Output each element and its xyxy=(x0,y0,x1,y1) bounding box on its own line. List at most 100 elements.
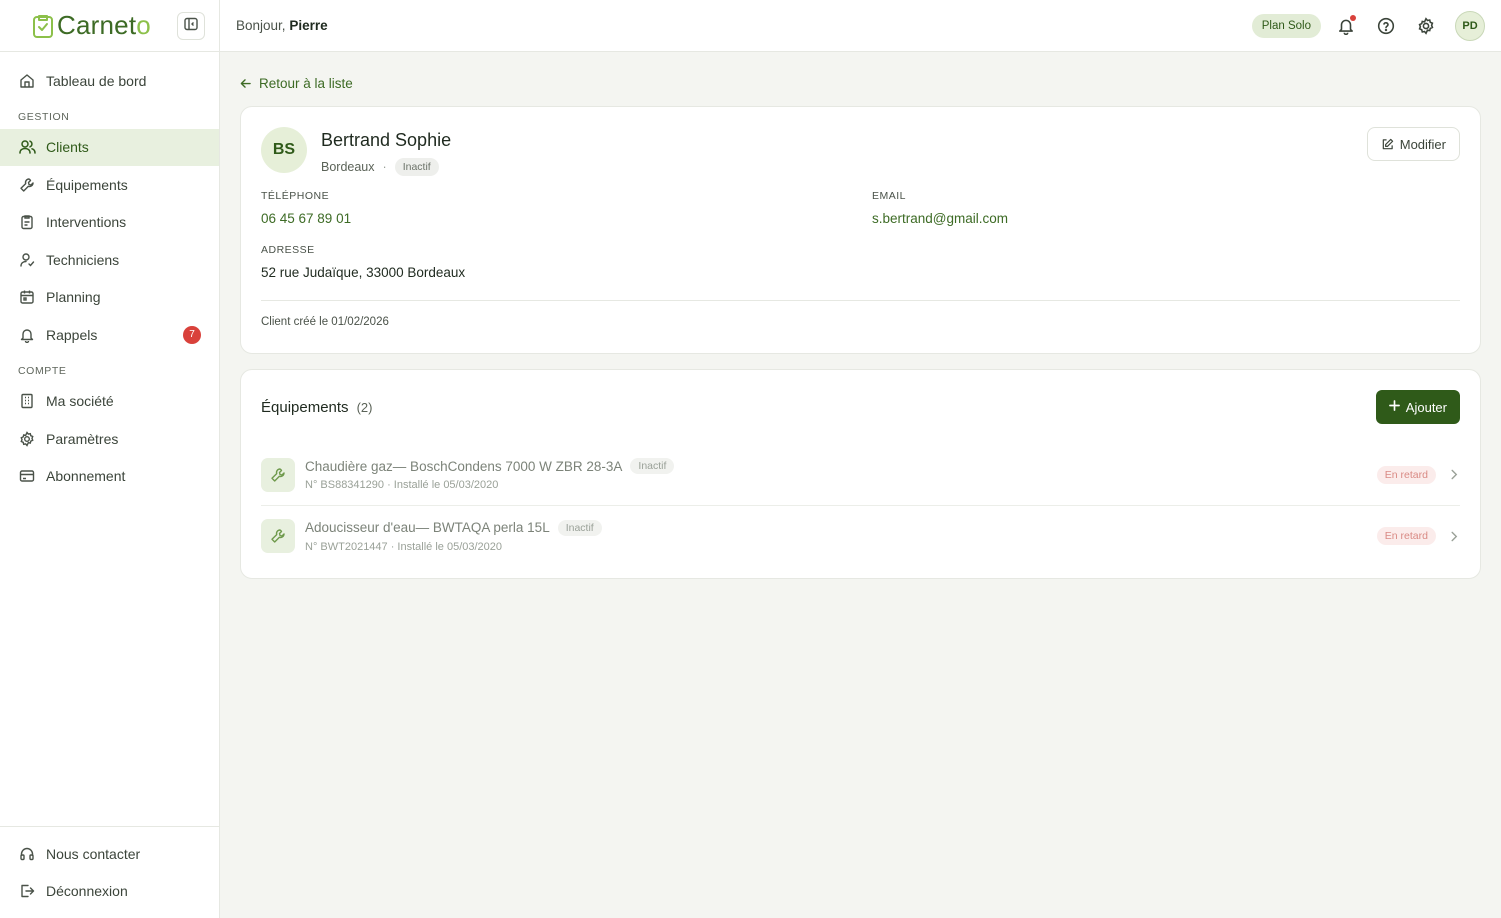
equipments-card: Équipements (2) Ajouter Chaudière gaz— B… xyxy=(240,369,1481,579)
equipment-meta: N° BS88341290 · Installé le 05/03/2020 xyxy=(305,479,499,491)
calendar-icon xyxy=(18,288,36,306)
greeting: Bonjour, Pierre xyxy=(236,18,328,33)
client-city: Bordeaux xyxy=(321,160,375,174)
sidebar-item-techniciens[interactable]: Techniciens xyxy=(0,241,219,279)
late-badge: En retard xyxy=(1376,527,1436,545)
phone-link[interactable]: 06 45 67 89 01 xyxy=(261,211,351,226)
sidebar-item-abonnement[interactable]: Abonnement xyxy=(0,458,219,496)
sidebar-item-clients[interactable]: Clients xyxy=(0,128,219,166)
plan-badge[interactable]: Plan Solo xyxy=(1251,14,1321,38)
help-button[interactable] xyxy=(1375,15,1397,37)
topbar-actions: Plan Solo PD xyxy=(1251,11,1485,41)
email-field: EMAIL s.bertrand@gmail.com xyxy=(872,190,1008,226)
sidebar-item-deconnexion[interactable]: Déconnexion xyxy=(0,873,219,911)
sidebar-item-label: Planning xyxy=(46,289,101,306)
sidebar-item-nous-contacter[interactable]: Nous contacter xyxy=(0,835,219,873)
building-icon xyxy=(18,392,36,410)
sidebar-item-parametres[interactable]: Paramètres xyxy=(0,420,219,458)
equipment-row[interactable]: Adoucisseur d'eau— BWTAQA perla 15L Inac… xyxy=(261,505,1460,566)
phone-field: TÉLÉPHONE 06 45 67 89 01 xyxy=(261,190,351,226)
client-fields: TÉLÉPHONE 06 45 67 89 01 EMAIL s.bertran… xyxy=(261,190,1460,300)
clipboard-check-logo-icon xyxy=(32,13,54,39)
equipments-header: Équipements (2) xyxy=(261,370,1460,444)
bell-icon xyxy=(18,326,36,344)
client-header: BS Bertrand Sophie Bordeaux · Inactif xyxy=(261,127,1460,176)
collapse-sidebar-button[interactable] xyxy=(177,12,205,40)
email-label: EMAIL xyxy=(872,190,907,202)
phone-label: TÉLÉPHONE xyxy=(261,190,330,202)
sidebar-item-ma-societe[interactable]: Ma société xyxy=(0,383,219,421)
modify-button[interactable]: Modifier xyxy=(1366,127,1460,161)
equipment-status-badge: Inactif xyxy=(557,519,602,536)
equipment-row[interactable]: Chaudière gaz— BoschCondens 7000 W ZBR 2… xyxy=(261,444,1460,505)
sidebar-item-equipements[interactable]: Équipements xyxy=(0,166,219,204)
users-icon xyxy=(18,138,36,156)
topbar: Bonjour, Pierre Plan Solo PD xyxy=(220,0,1501,52)
arrow-left-icon xyxy=(240,78,251,89)
client-avatar: BS xyxy=(261,127,307,173)
client-created-date: Client créé le 01/02/2026 xyxy=(261,316,389,328)
edit-icon xyxy=(1381,138,1394,151)
settings-button[interactable] xyxy=(1415,15,1437,37)
late-badge: En retard xyxy=(1376,465,1436,484)
sidebar-item-label: Abonnement xyxy=(46,468,126,485)
sidebar-item-label: Équipements xyxy=(46,176,128,193)
main-content: Retour à la liste BS Bertrand Sophie Bor… xyxy=(240,52,1481,579)
plus-icon xyxy=(1388,399,1400,415)
address-field: ADRESSE 52 rue Judaïque, 33000 Bordeaux xyxy=(261,244,465,280)
sidebar-item-rappels[interactable]: Rappels 7 xyxy=(0,316,219,354)
client-details-card: BS Bertrand Sophie Bordeaux · Inactif Mo… xyxy=(240,106,1481,354)
section-label-compte: COMPTE xyxy=(18,364,67,377)
sidebar-item-label: Clients xyxy=(46,139,89,156)
sidebar: Carneto Tableau de bord GESTION Clients … xyxy=(0,0,220,918)
chevron-right-icon xyxy=(1450,531,1458,542)
notification-dot xyxy=(1350,15,1356,21)
wrench-icon xyxy=(261,457,295,492)
rappels-count-badge: 7 xyxy=(183,325,201,344)
equipments-count: (2) xyxy=(356,399,373,415)
sidebar-item-label: Tableau de bord xyxy=(46,72,147,89)
sidebar-item-interventions[interactable]: Interventions xyxy=(0,204,219,242)
gear-icon xyxy=(18,430,36,448)
add-equipment-button[interactable]: Ajouter xyxy=(1375,390,1460,424)
notifications-button[interactable] xyxy=(1335,15,1357,37)
headset-icon xyxy=(18,845,36,863)
sidebar-item-label: Rappels xyxy=(46,326,98,343)
equipment-status-badge: Inactif xyxy=(630,458,675,474)
wrench-icon xyxy=(18,176,36,194)
sidebar-toggle-icon xyxy=(184,17,198,36)
home-icon xyxy=(18,72,36,90)
address-value: 52 rue Judaïque, 33000 Bordeaux xyxy=(261,265,466,280)
wrench-icon xyxy=(261,519,295,553)
email-link[interactable]: s.bertrand@gmail.com xyxy=(872,211,1008,226)
back-to-list-link[interactable]: Retour à la liste xyxy=(240,74,1481,92)
user-avatar[interactable]: PD xyxy=(1455,11,1485,41)
sidebar-item-label: Déconnexion xyxy=(46,883,128,900)
equipments-title: Équipements xyxy=(261,398,349,416)
clipboard-icon xyxy=(18,213,36,231)
sidebar-item-label: Nous contacter xyxy=(46,845,141,862)
user-check-icon xyxy=(18,251,36,269)
sidebar-item-label: Interventions xyxy=(46,214,127,231)
sidebar-nav: Tableau de bord GESTION Clients Équipeme… xyxy=(0,52,219,495)
credit-card-icon xyxy=(18,467,36,485)
equipment-name: Adoucisseur d'eau— BWTAQA perla 15L xyxy=(305,520,550,535)
address-label: ADRESSE xyxy=(261,244,315,256)
user-first-name: Pierre xyxy=(289,18,328,33)
client-status-badge: Inactif xyxy=(394,158,439,176)
brand-name: Carneto xyxy=(57,10,151,40)
equipment-meta: N° BWT2021447 · Installé le 05/03/2020 xyxy=(305,540,503,553)
help-circle-icon xyxy=(1377,17,1395,35)
sidebar-item-planning[interactable]: Planning xyxy=(0,279,219,317)
gear-icon xyxy=(1418,17,1434,35)
sidebar-footer: Nous contacter Déconnexion xyxy=(0,826,219,918)
equipment-name: Chaudière gaz— BoschCondens 7000 W ZBR 2… xyxy=(305,458,623,474)
sidebar-item-label: Techniciens xyxy=(46,251,120,268)
sidebar-item-label: Paramètres xyxy=(46,430,119,447)
logout-icon xyxy=(18,882,36,900)
section-label-gestion: GESTION xyxy=(18,110,70,123)
chevron-right-icon xyxy=(1450,469,1458,480)
sidebar-item-label: Ma société xyxy=(46,393,114,410)
sidebar-item-dashboard[interactable]: Tableau de bord xyxy=(0,62,219,100)
separator: · xyxy=(382,160,387,174)
